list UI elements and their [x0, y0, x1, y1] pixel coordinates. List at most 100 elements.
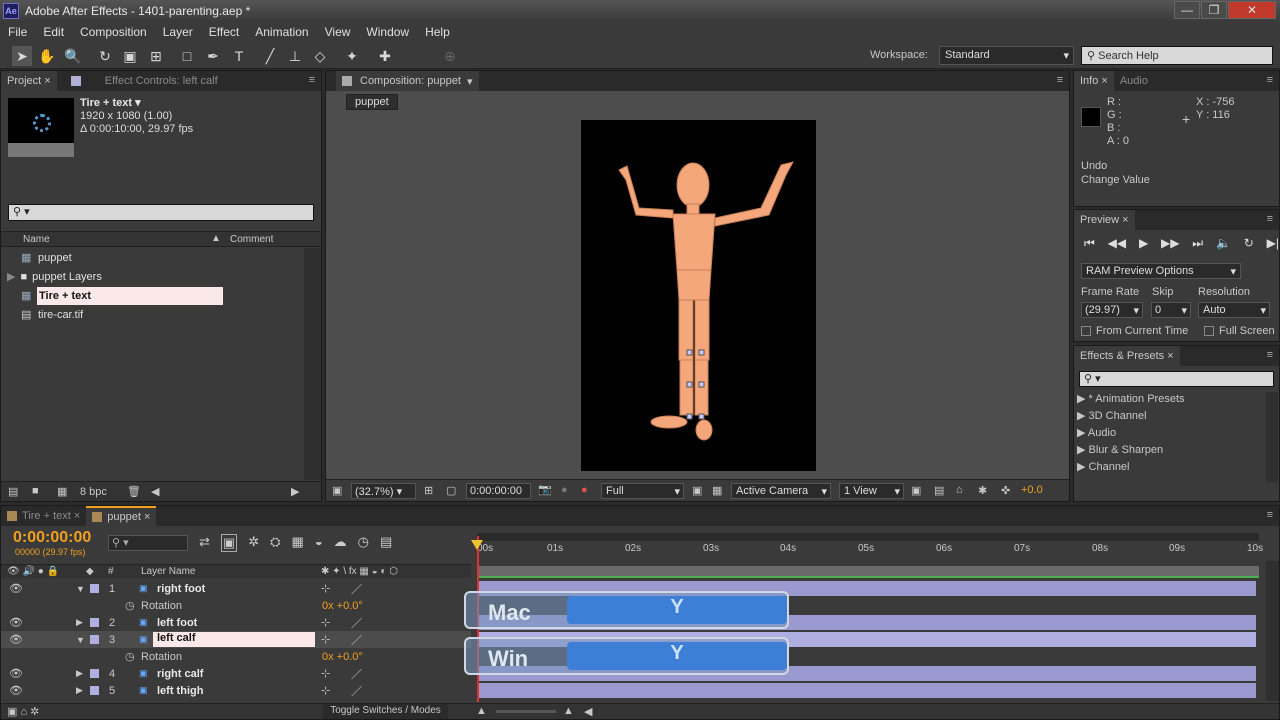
layer-row[interactable]: 👁 ▶ 2 ▣ left foot ⊹ ／: [1, 614, 471, 631]
new-comp-icon[interactable]: ▦: [57, 485, 67, 498]
play-icon[interactable]: ▶: [1139, 236, 1148, 251]
layer-name[interactable]: left foot: [157, 617, 197, 629]
list-item[interactable]: ▶ Audio: [1077, 425, 1185, 442]
visibility-eye-icon[interactable]: 👁: [9, 667, 23, 680]
zoom-tool-icon[interactable]: 🔍: [63, 46, 83, 66]
eraser-tool-icon[interactable]: ◇: [310, 46, 330, 66]
layer-row[interactable]: 👁 ▼ 1 ▣ right foot ⊹ ／: [1, 580, 471, 597]
twirl-down-icon[interactable]: ▼: [76, 584, 85, 594]
col-layer-name[interactable]: Layer Name: [141, 566, 195, 577]
next-frame-icon[interactable]: ▶▶: [1161, 236, 1179, 251]
list-item[interactable]: ▶ Blur & Sharpen: [1077, 442, 1185, 459]
layer-name[interactable]: right foot: [157, 583, 205, 595]
zoom-slider[interactable]: [496, 710, 556, 713]
tab-effects-presets[interactable]: Effects & Presets ×: [1074, 346, 1180, 366]
tab-project[interactable]: Project ×: [1, 71, 57, 91]
effects-scrollbar[interactable]: [1266, 392, 1278, 482]
menu-animation[interactable]: Animation: [247, 25, 316, 39]
exposure-value[interactable]: +0.0: [1021, 484, 1043, 496]
search-help-input[interactable]: ⚲ Search Help: [1081, 46, 1273, 65]
twirl-right-icon[interactable]: ▶: [76, 685, 83, 696]
layer-row[interactable]: 👁 ▶ 4 ▣ right calf ⊹ ／: [1, 665, 471, 682]
fast-preview-icon[interactable]: ▣: [692, 484, 702, 497]
work-area-bar[interactable]: [477, 533, 1259, 541]
comp-mini-flowchart-icon[interactable]: ⇄: [199, 534, 210, 552]
ram-preview-options-select[interactable]: RAM Preview Options ▾: [1081, 263, 1241, 279]
visibility-eye-icon[interactable]: 👁: [9, 616, 23, 629]
layer-name[interactable]: left calf: [153, 632, 315, 647]
grid-icon[interactable]: ⊞: [424, 484, 433, 497]
rotation-value[interactable]: 0x +0.0°: [322, 600, 363, 612]
graph-editor-icon[interactable]: ▤: [380, 534, 392, 552]
switch-quality-icon[interactable]: ／: [351, 632, 362, 648]
panel-menu-icon[interactable]: ≡: [1267, 74, 1273, 86]
close-button[interactable]: ✕: [1228, 1, 1276, 19]
clone-stamp-tool-icon[interactable]: ⊥: [285, 46, 305, 66]
show-snapshot-icon[interactable]: ●: [561, 484, 568, 496]
tab-info[interactable]: Info ×: [1074, 71, 1114, 91]
delete-icon[interactable]: 🗑: [127, 485, 141, 498]
maximize-button[interactable]: ❐: [1201, 1, 1227, 19]
switch-collapse-icon[interactable]: ⊹: [321, 667, 330, 680]
camera-tool-icon[interactable]: ▣: [120, 46, 140, 66]
auto-keyframe-icon[interactable]: ◷: [358, 534, 369, 552]
rotation-value[interactable]: 0x +0.0°: [322, 651, 363, 663]
switch-quality-icon[interactable]: ／: [351, 666, 362, 682]
property-row[interactable]: ◷ Rotation 0x +0.0°: [1, 648, 471, 665]
project-scrollbar[interactable]: [304, 248, 321, 480]
visibility-eye-icon[interactable]: 👁: [9, 633, 23, 646]
hand-tool-icon[interactable]: ✋: [37, 46, 57, 66]
layer-name[interactable]: right calf: [157, 668, 203, 680]
comp-viewer[interactable]: [581, 120, 816, 471]
current-time-display[interactable]: 0:00:00:00: [13, 529, 91, 547]
item-name[interactable]: Tire + text ▾: [80, 96, 141, 109]
channel-icon[interactable]: ●: [581, 484, 588, 496]
panel-menu-icon[interactable]: ≡: [1267, 349, 1273, 361]
interpret-footage-icon[interactable]: ▤: [8, 485, 18, 498]
switch-collapse-icon[interactable]: ⊹: [321, 633, 330, 646]
scroll-right-icon[interactable]: ▶: [291, 485, 299, 498]
current-time-field[interactable]: 0:00:00:00: [466, 483, 531, 499]
layer-row-selected[interactable]: 👁 ▼ 3 ▣ left calf ⊹ ／: [1, 631, 471, 648]
twirl-down-icon[interactable]: ▼: [76, 635, 85, 645]
visibility-eye-icon[interactable]: 👁: [9, 582, 23, 595]
property-row[interactable]: ◷ Rotation 0x +0.0°: [1, 597, 471, 614]
stopwatch-icon[interactable]: ◷: [125, 650, 135, 663]
label-color-icon[interactable]: [90, 686, 99, 695]
selection-tool-icon[interactable]: ➤: [12, 46, 32, 66]
minimize-button[interactable]: —: [1174, 1, 1200, 19]
panel-menu-icon[interactable]: ≡: [1267, 509, 1273, 521]
type-tool-icon[interactable]: T: [229, 46, 249, 66]
previous-frame-icon[interactable]: ◀◀: [1108, 236, 1126, 251]
tab-tire-text[interactable]: Tire + text ×: [1, 506, 86, 526]
frame-blending-icon[interactable]: ▦: [292, 534, 304, 552]
pan-behind-tool-icon[interactable]: ⊞: [146, 46, 166, 66]
flowchart-icon[interactable]: ⌂: [956, 484, 963, 496]
menu-effect[interactable]: Effect: [201, 25, 247, 39]
twirl-right-icon[interactable]: ▶: [76, 668, 83, 679]
rectangle-tool-icon[interactable]: □: [177, 46, 197, 66]
new-folder-icon[interactable]: ■: [32, 485, 39, 497]
region-icon[interactable]: ▣: [332, 484, 342, 497]
comp-breadcrumb[interactable]: puppet: [346, 94, 398, 110]
zoom-out-icon[interactable]: ▲: [476, 705, 487, 717]
views-select[interactable]: 1 View ▾: [839, 483, 904, 499]
from-current-time-checkbox[interactable]: From Current Time: [1081, 325, 1188, 337]
transparency-grid-icon[interactable]: ▦: [712, 484, 722, 497]
switch-collapse-icon[interactable]: ⊹: [321, 616, 330, 629]
exposure-icon[interactable]: ✜: [1001, 484, 1010, 497]
scroll-left-icon[interactable]: ◀: [584, 705, 592, 718]
zoom-select[interactable]: (32.7%) ▾: [351, 483, 416, 499]
ram-preview-icon[interactable]: ▶|: [1267, 236, 1279, 251]
render-icon[interactable]: ▤: [934, 484, 944, 497]
pen-tool-icon[interactable]: ✒: [203, 46, 223, 66]
reset-exposure-icon[interactable]: ✱: [978, 484, 987, 497]
label-color-icon[interactable]: [90, 669, 99, 678]
project-search-input[interactable]: ⚲ ▾: [8, 204, 314, 221]
panel-menu-icon[interactable]: ≡: [309, 74, 315, 86]
zoom-in-icon[interactable]: ▲: [563, 705, 574, 717]
menu-composition[interactable]: Composition: [72, 25, 155, 39]
list-item[interactable]: ▶ ■ puppet Layers: [1, 267, 321, 286]
list-item[interactable]: ▦ Tire + text: [1, 286, 321, 305]
draft-3d-icon[interactable]: ✲: [248, 534, 259, 552]
